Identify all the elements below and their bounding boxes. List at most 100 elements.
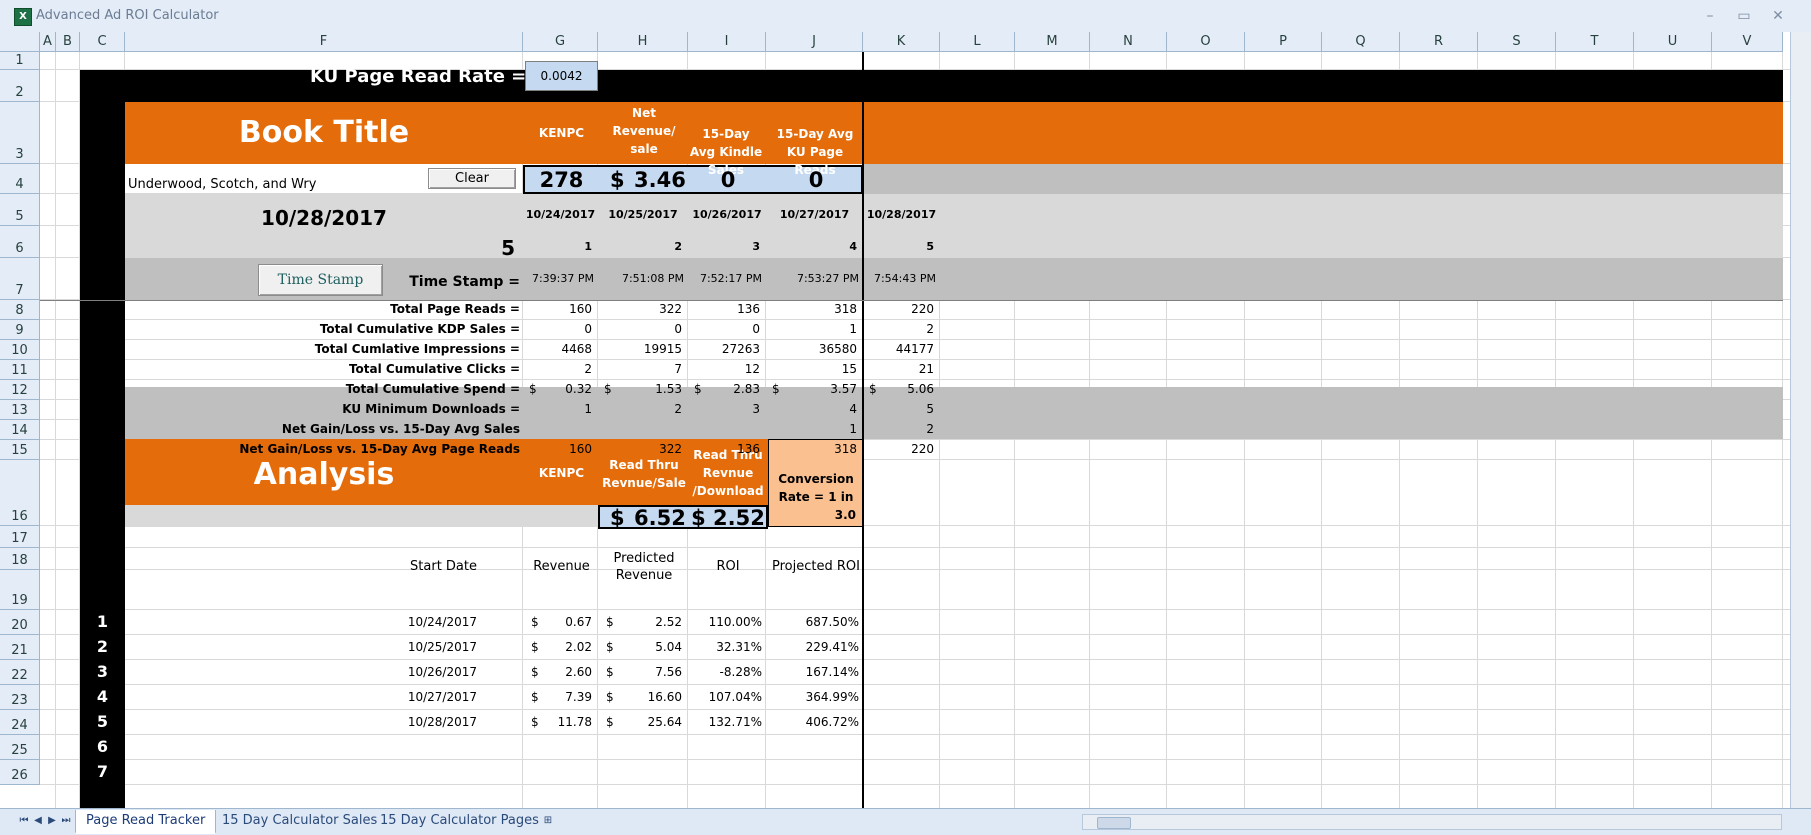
column-header-p[interactable]: P — [1245, 32, 1322, 52]
metric-value[interactable]: 5.06 — [863, 382, 934, 396]
row-header-18[interactable]: 18 — [0, 548, 40, 570]
row-header-12[interactable]: 12 — [0, 380, 40, 400]
metric-value[interactable]: 7 — [598, 362, 682, 376]
row-header-21[interactable]: 21 — [0, 635, 40, 660]
metric-value[interactable]: 160 — [523, 302, 592, 316]
scroll-thumb[interactable] — [1097, 817, 1131, 829]
metric-value[interactable]: 15 — [766, 362, 857, 376]
metric-value[interactable]: 27263 — [688, 342, 760, 356]
column-header-m[interactable]: M — [1015, 32, 1090, 52]
column-header-g[interactable]: G — [523, 32, 598, 52]
row-header-9[interactable]: 9 — [0, 320, 40, 340]
last-sheet-icon[interactable]: ⏭ — [60, 814, 72, 828]
row-header-3[interactable]: 3 — [0, 102, 40, 164]
prev-sheet-icon[interactable]: ◀ — [32, 814, 44, 828]
column-header-u[interactable]: U — [1634, 32, 1712, 52]
column-header-c[interactable]: C — [80, 32, 125, 52]
metric-value[interactable]: 36580 — [766, 342, 857, 356]
close-button[interactable]: ✕ — [1764, 5, 1792, 27]
clear-button[interactable]: Clear — [428, 168, 516, 189]
tab-15-day-calculator-pages[interactable]: 15 Day Calculator Pages — [370, 810, 549, 832]
tab-page-read-tracker[interactable]: Page Read Tracker — [75, 810, 217, 834]
tab-15-day-calculator-sales[interactable]: 15 Day Calculator Sales — [212, 810, 387, 832]
column-header-f[interactable]: F — [125, 32, 523, 52]
column-header-a[interactable]: A — [40, 32, 56, 52]
projected-roi-cell: 167.14% — [805, 665, 859, 679]
insert-sheet-icon[interactable]: ⊞ — [540, 814, 556, 828]
metric-value[interactable]: 44177 — [863, 342, 934, 356]
vertical-scrollbar[interactable] — [1790, 32, 1811, 808]
row-header-24[interactable]: 24 — [0, 710, 40, 735]
net-revenue-value[interactable]: 3.46 — [634, 168, 686, 192]
row-header-2[interactable]: 2 — [0, 70, 40, 102]
column-header-l[interactable]: L — [940, 32, 1015, 52]
minimize-button[interactable]: – — [1696, 5, 1724, 27]
row-header-22[interactable]: 22 — [0, 660, 40, 685]
metric-value[interactable]: 3.57 — [766, 382, 857, 396]
column-header-h[interactable]: H — [598, 32, 688, 52]
column-header-o[interactable]: O — [1167, 32, 1245, 52]
excel-icon: X — [14, 8, 32, 26]
avg-reads-value[interactable]: 0 — [770, 168, 862, 192]
column-header-v[interactable]: V — [1712, 32, 1783, 52]
row-header-17[interactable]: 17 — [0, 526, 40, 548]
metric-value[interactable]: 0 — [598, 322, 682, 336]
avg-sales-value[interactable]: 0 — [690, 168, 766, 192]
metric-value[interactable]: 2.83 — [688, 382, 760, 396]
metric-value[interactable]: 1.53 — [598, 382, 682, 396]
select-all-corner[interactable] — [0, 32, 40, 52]
column-header-r[interactable]: R — [1400, 32, 1478, 52]
row-header-13[interactable]: 13 — [0, 400, 40, 420]
column-header-t[interactable]: T — [1556, 32, 1634, 52]
row-header-7[interactable]: 7 — [0, 258, 40, 300]
metric-value[interactable]: 220 — [863, 302, 934, 316]
metric-value[interactable]: 19915 — [598, 342, 682, 356]
next-sheet-icon[interactable]: ▶ — [46, 814, 58, 828]
metric-value[interactable]: 0 — [688, 322, 760, 336]
column-header-k[interactable]: K — [863, 32, 940, 52]
row-header-26[interactable]: 26 — [0, 760, 40, 785]
row-header-1[interactable]: 1 — [0, 52, 40, 70]
metric-value[interactable]: 4468 — [523, 342, 592, 356]
column-header-j[interactable]: J — [766, 32, 863, 52]
kenpc-value[interactable]: 278 — [525, 168, 598, 192]
metric-value[interactable]: 0 — [523, 322, 592, 336]
row-header-4[interactable]: 4 — [0, 164, 40, 194]
time-stamp-button[interactable]: Time Stamp — [258, 264, 383, 296]
row-header-8[interactable]: 8 — [0, 300, 40, 320]
start-date-cell: 10/24/2017 — [407, 615, 477, 629]
metric-value[interactable]: 0.32 — [523, 382, 592, 396]
column-header-s[interactable]: S — [1478, 32, 1556, 52]
timestamp-cell: 7:52:17 PM — [699, 272, 762, 285]
column-header-n[interactable]: N — [1090, 32, 1167, 52]
row-header-16[interactable]: 16 — [0, 460, 40, 526]
ku-rate-value[interactable]: 0.0042 — [525, 69, 598, 83]
row-header-20[interactable]: 20 — [0, 610, 40, 635]
restore-button[interactable]: ▭ — [1730, 5, 1758, 27]
row-header-19[interactable]: 19 — [0, 570, 40, 610]
column-header-i[interactable]: I — [688, 32, 766, 52]
metric-value[interactable]: 21 — [863, 362, 934, 376]
metric-value[interactable]: 12 — [688, 362, 760, 376]
metric-value[interactable]: 136 — [688, 302, 760, 316]
column-header-b[interactable]: B — [56, 32, 80, 52]
horizontal-scrollbar[interactable] — [1082, 814, 1782, 830]
row-header-6[interactable]: 6 — [0, 226, 40, 258]
metric-value[interactable]: 1 — [766, 322, 857, 336]
row-header-15[interactable]: 15 — [0, 440, 40, 460]
metric-value[interactable]: 2 — [863, 322, 934, 336]
gridline — [40, 759, 1790, 760]
row-header-14[interactable]: 14 — [0, 420, 40, 440]
row-header-5[interactable]: 5 — [0, 194, 40, 226]
row-header-11[interactable]: 11 — [0, 360, 40, 380]
row-header-23[interactable]: 23 — [0, 685, 40, 710]
metric-value[interactable]: 2 — [523, 362, 592, 376]
metric-value[interactable]: 322 — [598, 302, 682, 316]
column-header-q[interactable]: Q — [1322, 32, 1400, 52]
book-name[interactable]: Underwood, Scotch, and Wry — [128, 177, 316, 192]
row-header-25[interactable]: 25 — [0, 735, 40, 760]
spreadsheet-grid[interactable]: KU Page Read Rate = 0.0042 Book Title KE… — [0, 32, 1790, 808]
row-header-10[interactable]: 10 — [0, 340, 40, 360]
first-sheet-icon[interactable]: ⏮ — [18, 814, 30, 828]
metric-value[interactable]: 318 — [766, 302, 857, 316]
